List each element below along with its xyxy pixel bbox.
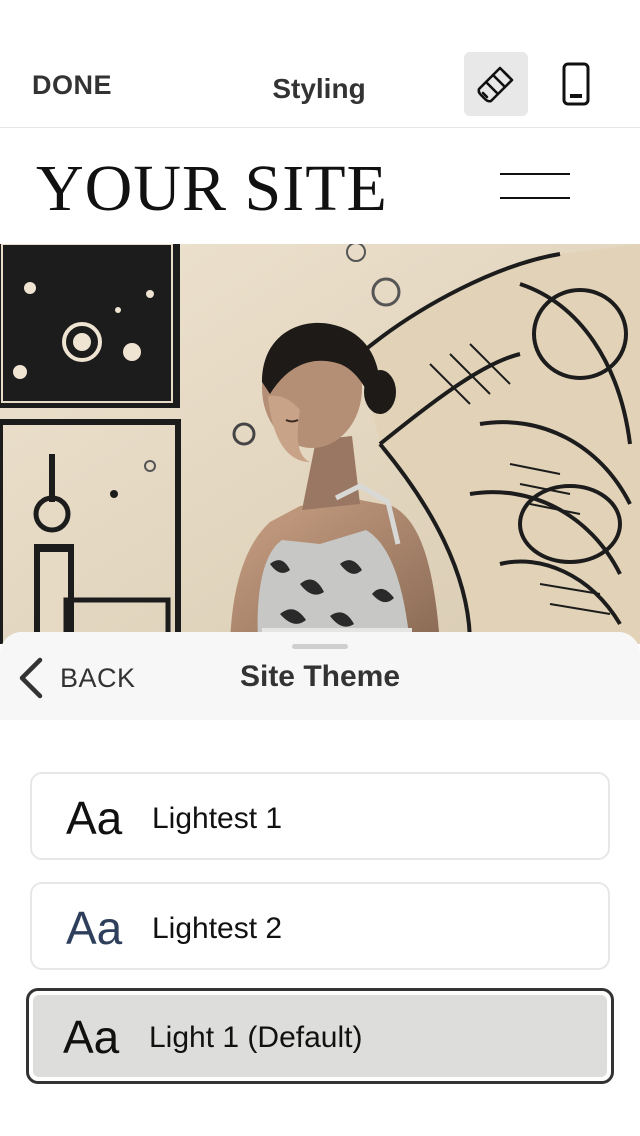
mobile-preview-button[interactable] [550, 52, 602, 116]
theme-sample-text: Aa [66, 902, 123, 954]
paintbrush-icon [477, 66, 514, 103]
theme-name: Lightest 1 [152, 802, 283, 835]
editor-toolbar: DONE Styling [0, 0, 640, 128]
theme-option[interactable]: Aa Lightest 1 [30, 772, 610, 860]
theme-name: Light 1 (Default) [149, 1021, 363, 1054]
hero-image [0, 244, 640, 644]
panel-header: BACK Site Theme [0, 632, 640, 720]
site-title[interactable]: YOUR SITE [36, 151, 388, 227]
hero-photo [0, 244, 640, 644]
site-theme-panel: BACK Site Theme Aa Lightest 1 Aa Lightes… [0, 632, 640, 1136]
hamburger-menu-icon[interactable] [500, 173, 570, 199]
toolbar-title: Styling [0, 73, 640, 105]
theme-option[interactable]: Aa Lightest 2 [30, 882, 610, 970]
toolbar-title-text: Styling [272, 73, 366, 104]
theme-option-selected[interactable]: Aa Light 1 (Default) [26, 988, 614, 1084]
theme-sample-text: Aa [63, 1011, 120, 1063]
styling-button[interactable] [464, 52, 528, 116]
theme-name: Lightest 2 [152, 912, 283, 945]
panel-title: Site Theme [239, 660, 401, 693]
mobile-phone-icon [562, 62, 590, 106]
drag-handle[interactable] [292, 644, 348, 649]
theme-sample-text: Aa [66, 792, 123, 844]
site-header-preview: YOUR SITE [0, 129, 640, 244]
